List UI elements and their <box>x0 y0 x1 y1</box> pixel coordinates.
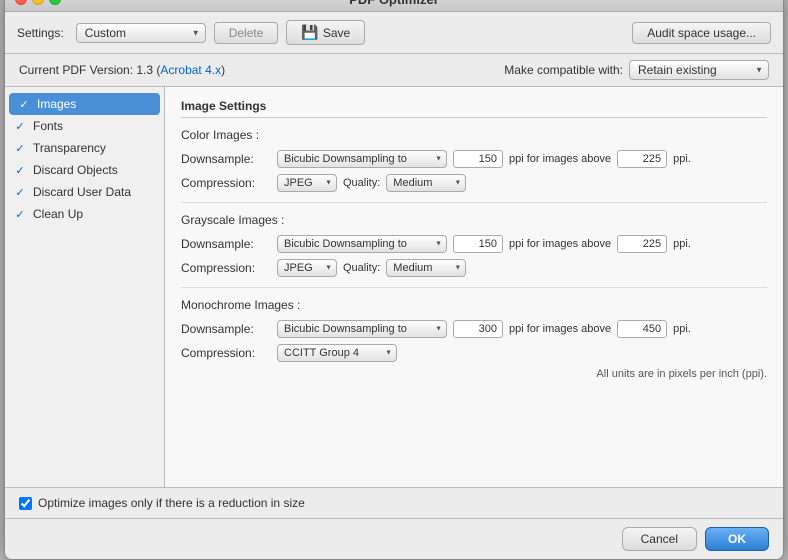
color-ppi-above-input[interactable] <box>617 150 667 168</box>
optimize-checkbox[interactable] <box>19 497 32 510</box>
compat-label: Make compatible with: <box>504 63 623 77</box>
sidebar-label-discard-user-data: Discard User Data <box>33 185 131 199</box>
optimize-checkbox-row: Optimize images only if there is a reduc… <box>5 487 783 518</box>
mono-images-title: Monochrome Images : <box>181 298 767 312</box>
divider-1 <box>181 202 767 203</box>
check-discard-user-data: ✓ <box>13 186 27 199</box>
grayscale-images-title: Grayscale Images : <box>181 213 767 227</box>
sidebar-item-images[interactable]: ✓ Images <box>9 93 160 115</box>
color-ppi-above-text: ppi for images above <box>509 153 611 165</box>
divider-2 <box>181 287 767 288</box>
maximize-button[interactable] <box>49 0 61 5</box>
gray-ppi-text: ppi. <box>673 238 691 250</box>
color-quality-select-wrap: Medium Minimum Low High Maximum <box>386 174 466 192</box>
mono-downsample-row: Downsample: Bicubic Downsampling to Off … <box>181 320 767 338</box>
mono-compression-select[interactable]: CCITT Group 4 Off CCITT Group 3 ZIP Run … <box>277 344 397 362</box>
pdf-version-bar: Current PDF Version: 1.3 (Acrobat 4.x) M… <box>5 54 783 87</box>
gray-downsample-select-wrap: Bicubic Downsampling to Off Average Down… <box>277 235 447 253</box>
gray-ppi-input[interactable] <box>453 235 503 253</box>
gray-downsample-select[interactable]: Bicubic Downsampling to Off Average Down… <box>277 235 447 253</box>
sidebar-label-clean-up: Clean Up <box>33 207 83 221</box>
gray-downsample-row: Downsample: Bicubic Downsampling to Off … <box>181 235 767 253</box>
color-downsample-label: Downsample: <box>181 152 271 166</box>
mono-compression-select-wrap: CCITT Group 4 Off CCITT Group 3 ZIP Run … <box>277 344 397 362</box>
content-panel: Image Settings Color Images : Downsample… <box>165 87 783 487</box>
check-fonts: ✓ <box>13 120 27 133</box>
color-downsample-select[interactable]: Bicubic Downsampling to Off Average Down… <box>277 150 447 168</box>
mono-ppi-text: ppi. <box>673 323 691 335</box>
color-downsample-select-wrap: Bicubic Downsampling to Off Average Down… <box>277 150 447 168</box>
minimize-button[interactable] <box>32 0 44 5</box>
close-button[interactable] <box>15 0 27 5</box>
gray-ppi-above-input[interactable] <box>617 235 667 253</box>
gray-quality-label: Quality: <box>343 262 380 274</box>
mono-compression-row: Compression: CCITT Group 4 Off CCITT Gro… <box>181 344 767 362</box>
sidebar-label-discard-objects: Discard Objects <box>33 163 118 177</box>
optimize-label: Optimize images only if there is a reduc… <box>38 496 305 510</box>
sidebar-label-images: Images <box>37 97 76 111</box>
main-content: ✓ Images ✓ Fonts ✓ Transparency ✓ Discar… <box>5 87 783 487</box>
sidebar-label-transparency: Transparency <box>33 141 106 155</box>
footer-buttons: Cancel OK <box>5 518 783 559</box>
settings-select-wrap: Custom <box>76 23 206 43</box>
compat-select-wrap: Retain existing <box>629 60 769 80</box>
settings-label: Settings: <box>17 26 64 40</box>
color-compression-label: Compression: <box>181 176 271 190</box>
color-compression-select-wrap: JPEG Off JPEG 2000 ZIP <box>277 174 337 192</box>
cancel-button[interactable]: Cancel <box>622 527 697 551</box>
delete-button[interactable]: Delete <box>214 22 279 44</box>
color-quality-select[interactable]: Medium Minimum Low High Maximum <box>386 174 466 192</box>
color-quality-label: Quality: <box>343 177 380 189</box>
check-discard-objects: ✓ <box>13 164 27 177</box>
check-clean-up: ✓ <box>13 208 27 221</box>
gray-compression-select-wrap: JPEG Off JPEG 2000 ZIP <box>277 259 337 277</box>
window-title: PDF Optimizer <box>349 0 439 7</box>
pdf-version-text: Current PDF Version: 1.3 (Acrobat 4.x) <box>19 63 225 77</box>
color-downsample-row: Downsample: Bicubic Downsampling to Off … <box>181 150 767 168</box>
sidebar: ✓ Images ✓ Fonts ✓ Transparency ✓ Discar… <box>5 87 165 487</box>
mono-compression-label: Compression: <box>181 346 271 360</box>
pdf-version-link[interactable]: Acrobat 4.x <box>160 63 221 77</box>
gray-quality-select[interactable]: Medium Minimum Low High Maximum <box>386 259 466 277</box>
ppi-note: All units are in pixels per inch (ppi). <box>181 368 767 380</box>
mono-ppi-above-text: ppi for images above <box>509 323 611 335</box>
gray-compression-row: Compression: JPEG Off JPEG 2000 ZIP Qual… <box>181 259 767 277</box>
gray-quality-select-wrap: Medium Minimum Low High Maximum <box>386 259 466 277</box>
sidebar-item-clean-up[interactable]: ✓ Clean Up <box>5 203 164 225</box>
check-images: ✓ <box>17 98 31 111</box>
gray-downsample-label: Downsample: <box>181 237 271 251</box>
color-compression-row: Compression: JPEG Off JPEG 2000 ZIP Qual… <box>181 174 767 192</box>
color-ppi-input[interactable] <box>453 150 503 168</box>
color-images-title: Color Images : <box>181 128 767 142</box>
title-bar: PDF Optimizer <box>5 0 783 12</box>
sidebar-item-discard-user-data[interactable]: ✓ Discard User Data <box>5 181 164 203</box>
sidebar-item-discard-objects[interactable]: ✓ Discard Objects <box>5 159 164 181</box>
section-title: Image Settings <box>181 99 767 118</box>
mono-downsample-select-wrap: Bicubic Downsampling to Off Average Down… <box>277 320 447 338</box>
mono-downsample-label: Downsample: <box>181 322 271 336</box>
gray-compression-select[interactable]: JPEG Off JPEG 2000 ZIP <box>277 259 337 277</box>
check-transparency: ✓ <box>13 142 27 155</box>
settings-select[interactable]: Custom <box>76 23 206 43</box>
save-icon: 💾 <box>301 24 318 41</box>
color-ppi-text: ppi. <box>673 153 691 165</box>
mono-downsample-select[interactable]: Bicubic Downsampling to Off Average Down… <box>277 320 447 338</box>
mono-ppi-above-input[interactable] <box>617 320 667 338</box>
save-button[interactable]: 💾 Save <box>286 20 365 45</box>
color-compression-select[interactable]: JPEG Off JPEG 2000 ZIP <box>277 174 337 192</box>
compat-select[interactable]: Retain existing <box>629 60 769 80</box>
sidebar-label-fonts: Fonts <box>33 119 63 133</box>
mono-ppi-input[interactable] <box>453 320 503 338</box>
sidebar-item-fonts[interactable]: ✓ Fonts <box>5 115 164 137</box>
audit-button[interactable]: Audit space usage... <box>632 22 771 44</box>
top-bar: Settings: Custom Delete 💾 Save Audit spa… <box>5 12 783 54</box>
sidebar-item-transparency[interactable]: ✓ Transparency <box>5 137 164 159</box>
gray-compression-label: Compression: <box>181 261 271 275</box>
main-window: PDF Optimizer Settings: Custom Delete 💾 … <box>4 0 784 560</box>
traffic-lights <box>15 0 61 5</box>
gray-ppi-above-text: ppi for images above <box>509 238 611 250</box>
ok-button[interactable]: OK <box>705 527 769 551</box>
